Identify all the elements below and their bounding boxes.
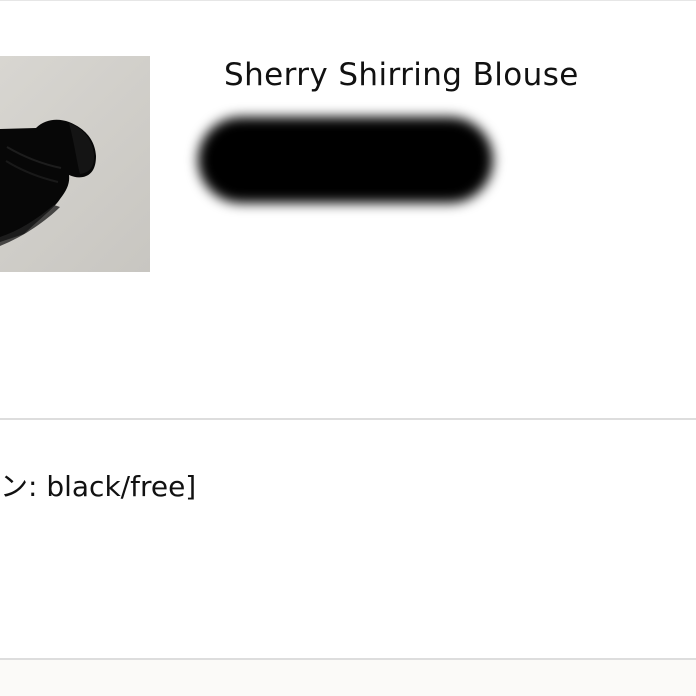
redaction-blur bbox=[198, 117, 493, 203]
bottom-page-area bbox=[0, 660, 696, 696]
selected-option-text: ン: black/free] bbox=[0, 470, 197, 503]
product-image[interactable] bbox=[0, 56, 150, 272]
product-card[interactable]: Sherry Shirring Blouse bbox=[0, 1, 696, 418]
option-section: ン: black/free] bbox=[0, 420, 696, 658]
product-title: Sherry Shirring Blouse bbox=[224, 57, 579, 93]
blouse-image-icon bbox=[0, 119, 96, 246]
